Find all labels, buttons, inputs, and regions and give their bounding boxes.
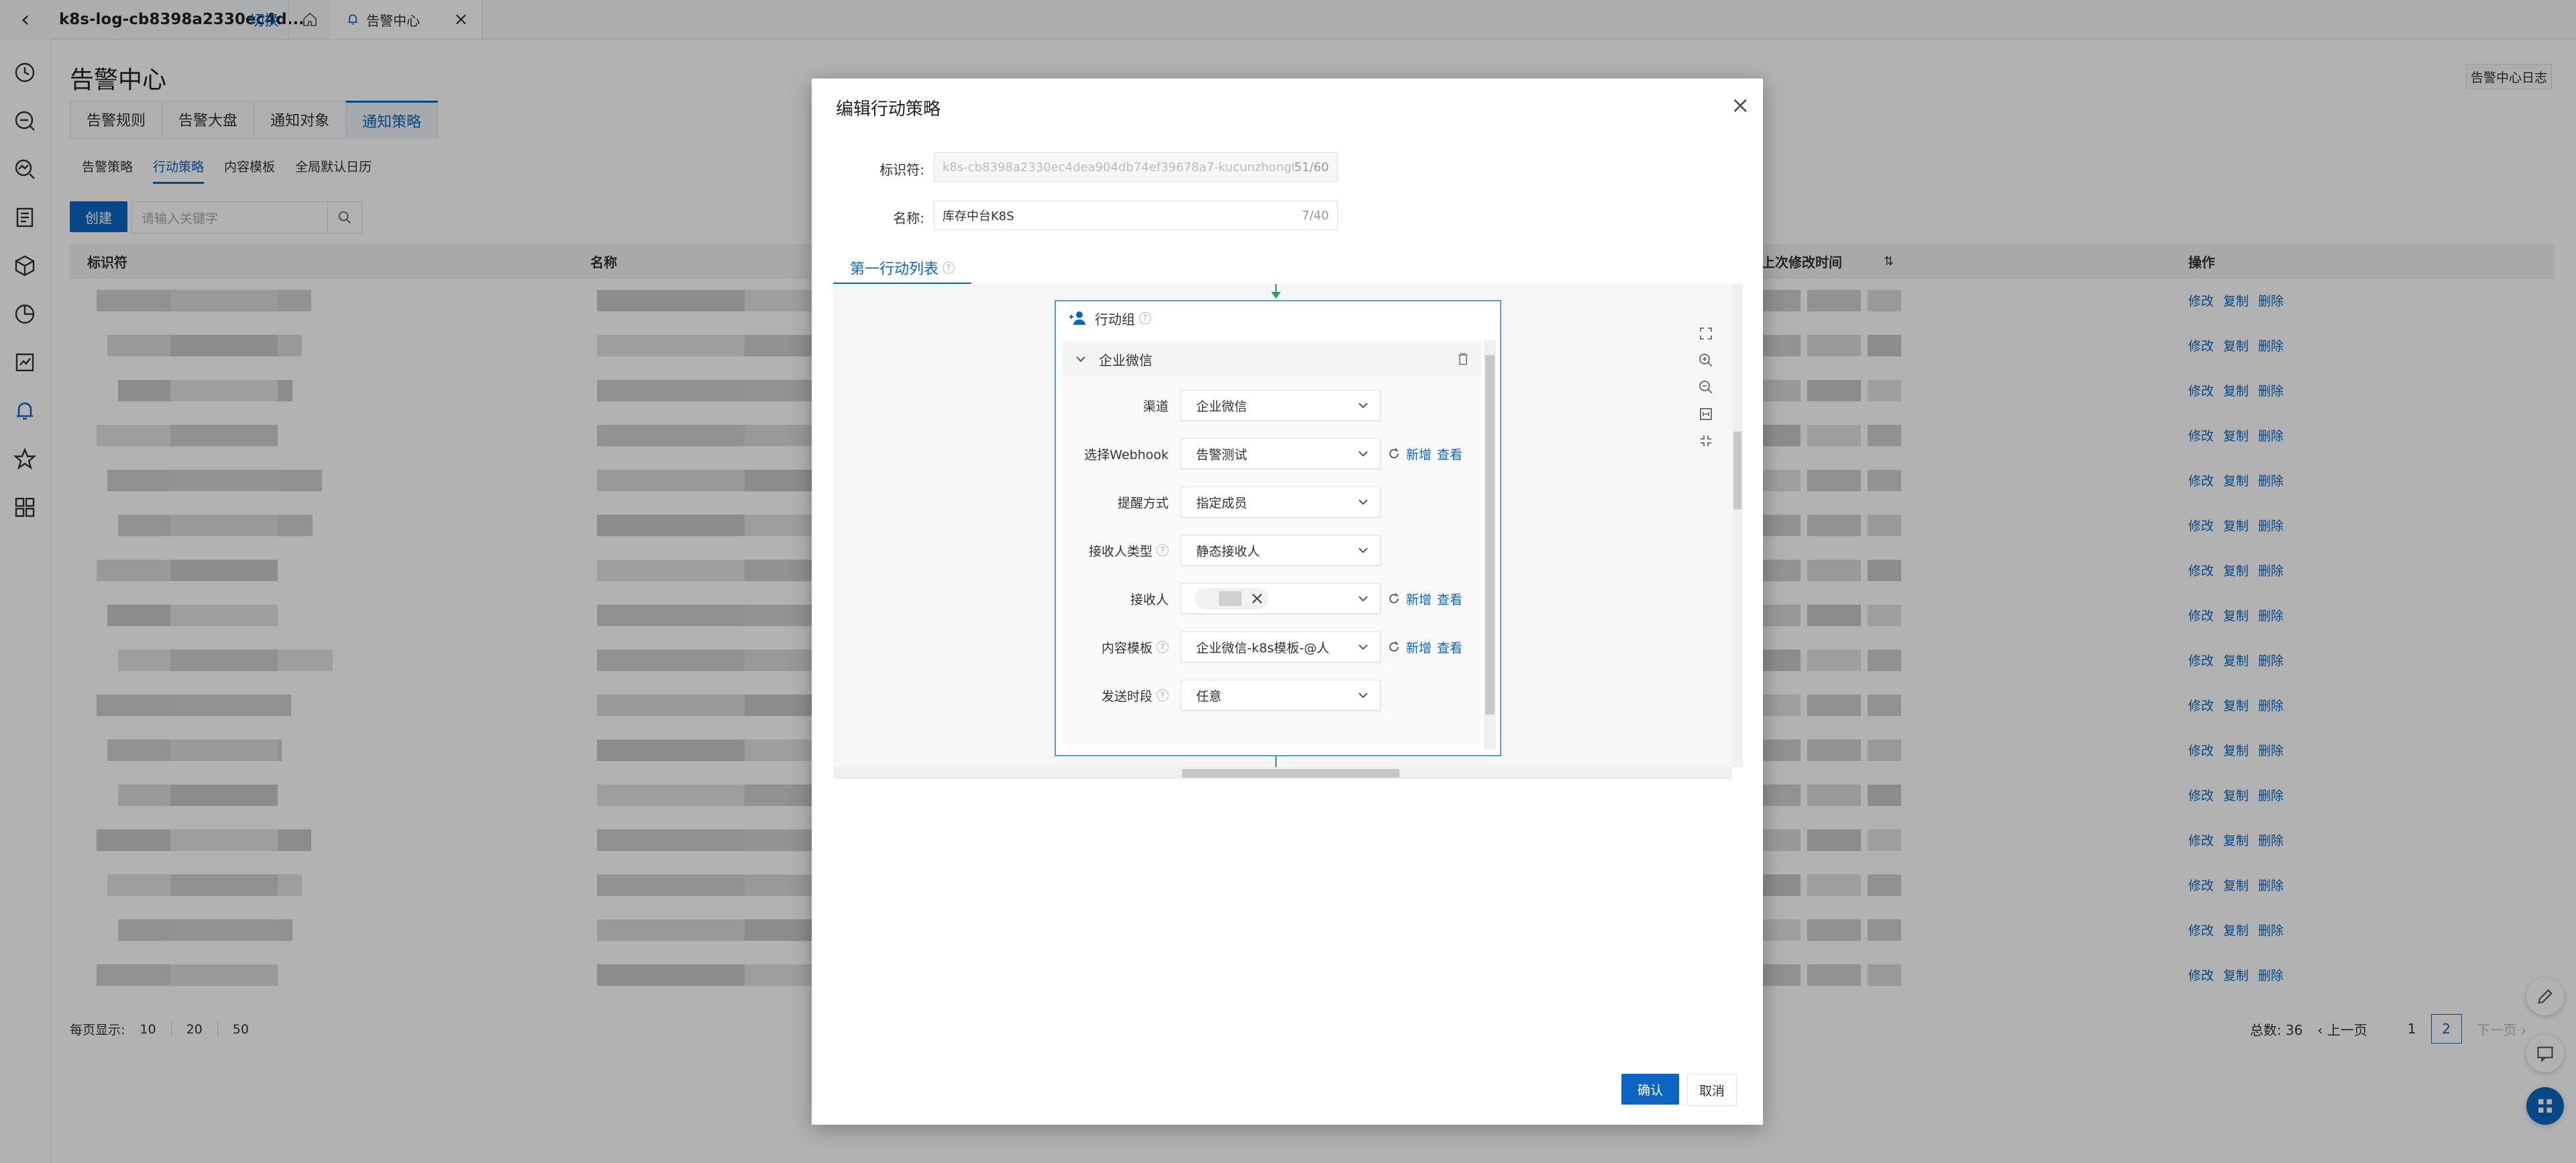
receiver-label: 接收人 <box>1130 592 1169 607</box>
tab-label: 第一行动列表 <box>849 261 938 278</box>
scroll-thumb[interactable] <box>1182 769 1399 778</box>
user-group-icon <box>1069 311 1085 325</box>
chevron-down-icon <box>1358 596 1368 602</box>
field-receiver: 接收人 × 新增 查看 <box>1063 583 1481 614</box>
send-time-text: 发送时段 <box>1101 689 1152 704</box>
template-view-link[interactable]: 查看 <box>1437 638 1462 656</box>
send-time-value: 任意 <box>1196 689 1222 704</box>
help-icon: ? <box>1139 312 1151 324</box>
send-time-label: 发送时段? <box>1102 680 1169 711</box>
help-icon: ? <box>943 262 955 274</box>
canvas-toolbar <box>1690 320 1721 454</box>
channel-label: 渠道 <box>1142 399 1169 414</box>
fit-view-icon[interactable] <box>1690 401 1721 427</box>
template-value: 企业微信-k8s模板-@人 <box>1196 640 1330 656</box>
channel-select[interactable]: 企业微信 <box>1181 390 1381 421</box>
fullscreen-icon[interactable] <box>1690 320 1721 347</box>
name-field[interactable]: 库存中台K8S 7/40 <box>934 201 1338 230</box>
action-group-header: 行动组? <box>1056 301 1500 335</box>
cancel-button[interactable]: 取消 <box>1687 1074 1737 1106</box>
webhook-view-link[interactable]: 查看 <box>1437 445 1462 463</box>
channel-panel-header[interactable]: 企业微信 <box>1063 342 1481 376</box>
field-receiver-type: 接收人类型? 静态接收人 <box>1063 535 1481 566</box>
template-new-link[interactable]: 新增 <box>1406 638 1432 656</box>
channel-panel: 企业微信 渠道 企业微信 选择Webhook 告警测试 新增 查看 提醒方式 指… <box>1063 342 1481 744</box>
help-icon: ? <box>1157 689 1169 701</box>
receiver-links: 新增 查看 <box>1387 583 1462 614</box>
webhook-label: 选择Webhook <box>1084 447 1169 462</box>
receiver-type-select[interactable]: 静态接收人 <box>1181 535 1381 566</box>
receiver-avatar <box>1219 591 1242 606</box>
receiver-type-value: 静态接收人 <box>1196 544 1260 559</box>
chevron-down-icon <box>1358 499 1368 505</box>
refresh-icon[interactable] <box>1387 640 1401 654</box>
remove-tag-icon[interactable]: × <box>1250 589 1265 609</box>
chevron-down-icon <box>1358 644 1368 650</box>
field-channel: 渠道 企业微信 <box>1063 390 1481 421</box>
receiver-view-link[interactable]: 查看 <box>1437 590 1462 608</box>
receiver-new-link[interactable]: 新增 <box>1406 590 1432 608</box>
exit-fullscreen-icon[interactable] <box>1690 427 1721 454</box>
identifier-label: 标识符: <box>879 162 924 178</box>
name-count: 7/40 <box>1301 208 1329 223</box>
chevron-down-icon <box>1358 693 1368 699</box>
receiver-tag: × <box>1195 588 1269 609</box>
remind-label: 提醒方式 <box>1117 495 1169 511</box>
identifier-value: k8s-cb8398a2330ec4dea904db74ef39678a7-ku… <box>943 160 1295 174</box>
trash-icon[interactable] <box>1457 352 1469 366</box>
identifier-field: k8s-cb8398a2330ec4dea904db74ef39678a7-ku… <box>934 152 1338 182</box>
action-group-node: 行动组? 企业微信 渠道 企业微信 选择Webhook 告警测试 新增 查看 提… <box>1055 300 1501 756</box>
webhook-select[interactable]: 告警测试 <box>1181 438 1381 469</box>
canvas-horizontal-scrollbar[interactable] <box>833 767 1732 779</box>
scroll-thumb[interactable] <box>1485 355 1495 715</box>
tab-first-action-list[interactable]: 第一行动列表? <box>833 253 971 285</box>
name-label: 名称: <box>893 210 924 226</box>
name-value: 库存中台K8S <box>943 209 1014 223</box>
close-icon[interactable]: × <box>1731 92 1750 119</box>
field-send-time: 发送时段? 任意 <box>1063 680 1481 711</box>
action-group-title: 行动组 <box>1095 311 1135 327</box>
field-template: 内容模板? 企业微信-k8s模板-@人 新增 查看 <box>1063 631 1481 662</box>
template-links: 新增 查看 <box>1387 631 1462 662</box>
template-label: 内容模板? <box>1102 631 1169 662</box>
identifier-count: 51/60 <box>1294 160 1329 174</box>
refresh-icon[interactable] <box>1387 592 1401 605</box>
chevron-down-icon <box>1358 548 1368 554</box>
channel-value: 企业微信 <box>1196 399 1248 414</box>
template-select[interactable]: 企业微信-k8s模板-@人 <box>1181 631 1381 662</box>
webhook-links: 新增 查看 <box>1387 438 1462 469</box>
receiver-type-label: 接收人类型? <box>1089 535 1169 566</box>
canvas-vertical-scrollbar[interactable] <box>1732 284 1743 767</box>
field-webhook: 选择Webhook 告警测试 新增 查看 <box>1063 438 1481 469</box>
refresh-icon[interactable] <box>1387 447 1401 460</box>
help-icon: ? <box>1157 544 1169 556</box>
send-time-select[interactable]: 任意 <box>1181 680 1381 711</box>
channel-panel-title: 企业微信 <box>1099 352 1152 368</box>
chevron-down-icon[interactable] <box>1075 353 1087 365</box>
zoom-out-icon[interactable] <box>1690 374 1721 401</box>
node-scrollbar[interactable] <box>1484 340 1496 750</box>
dialog-title: 编辑行动策略 <box>836 99 941 119</box>
confirm-button[interactable]: 确认 <box>1621 1074 1679 1105</box>
edit-action-policy-dialog: 编辑行动策略 × 标识符: k8s-cb8398a2330ec4dea904db… <box>812 79 1763 1125</box>
scroll-thumb[interactable] <box>1733 432 1741 509</box>
webhook-value: 告警测试 <box>1196 447 1248 462</box>
remind-value: 指定成员 <box>1196 495 1248 511</box>
chevron-down-icon <box>1358 451 1368 457</box>
chevron-down-icon <box>1358 403 1368 409</box>
template-text: 内容模板 <box>1101 640 1152 656</box>
webhook-new-link[interactable]: 新增 <box>1406 445 1432 463</box>
receiver-select[interactable]: × <box>1181 583 1381 614</box>
help-icon: ? <box>1157 641 1169 653</box>
remind-select[interactable]: 指定成员 <box>1181 487 1381 517</box>
receiver-type-text: 接收人类型 <box>1088 544 1152 559</box>
field-remind: 提醒方式 指定成员 <box>1063 487 1481 517</box>
zoom-in-icon[interactable] <box>1690 347 1721 374</box>
